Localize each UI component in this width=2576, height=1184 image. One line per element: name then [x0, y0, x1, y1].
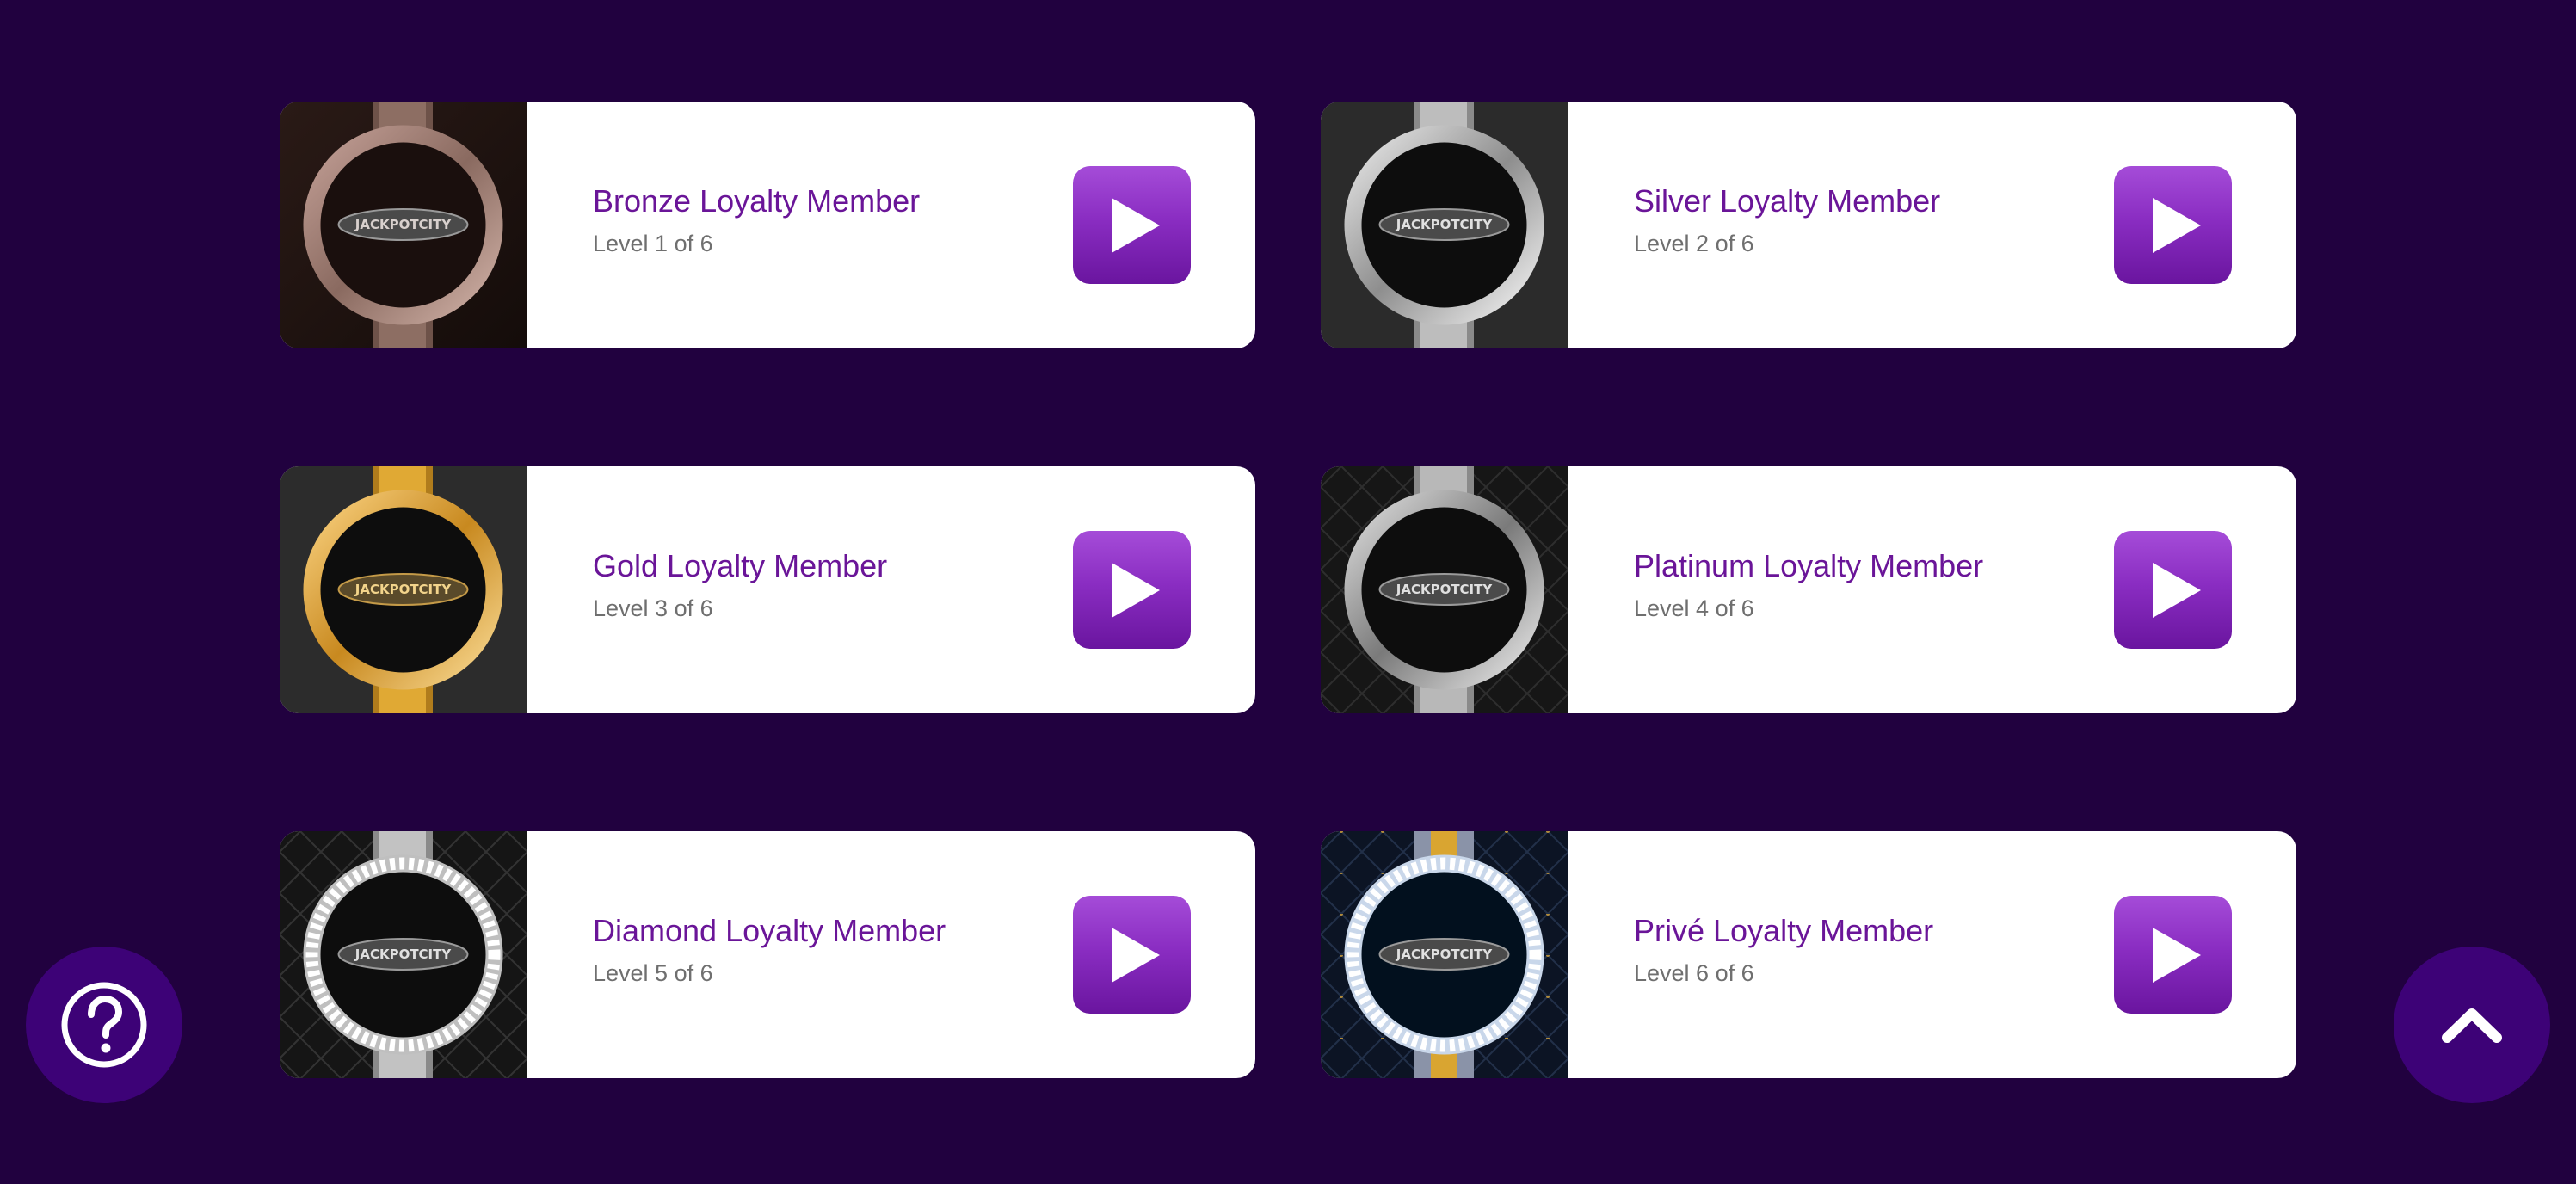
- play-button-bronze[interactable]: [1073, 166, 1191, 284]
- play-icon: [1111, 927, 1160, 983]
- bronze-badge-image: JACKPOTCITY: [280, 102, 527, 348]
- play-button-gold[interactable]: [1073, 531, 1191, 649]
- bronze-medal-icon: JACKPOTCITY: [280, 102, 527, 348]
- svg-text:JACKPOTCITY: JACKPOTCITY: [1396, 217, 1494, 232]
- loyalty-card-prive: JACKPOTCITY Privé Loyalty Member Level 6…: [1321, 831, 2296, 1078]
- question-mark-icon: [61, 982, 147, 1068]
- loyalty-card-bronze: JACKPOTCITY Bronze Loyalty Member Level …: [280, 102, 1255, 348]
- scroll-to-top-button[interactable]: [2394, 947, 2550, 1103]
- loyalty-card-diamond: JACKPOTCITY Diamond Loyalty Member Level…: [280, 831, 1255, 1078]
- silver-medal-icon: JACKPOTCITY: [1321, 102, 1568, 348]
- prive-medal-icon: JACKPOTCITY: [1321, 831, 1568, 1078]
- loyalty-card-gold: JACKPOTCITY Gold Loyalty Member Level 3 …: [280, 466, 1255, 713]
- svg-text:JACKPOTCITY: JACKPOTCITY: [354, 582, 453, 597]
- help-button[interactable]: [26, 947, 182, 1103]
- loyalty-card-silver: JACKPOTCITY Silver Loyalty Member Level …: [1321, 102, 2296, 348]
- loyalty-card-platinum: JACKPOTCITY Platinum Loyalty Member Leve…: [1321, 466, 2296, 713]
- play-icon: [2152, 562, 2201, 618]
- svg-text:JACKPOTCITY: JACKPOTCITY: [354, 947, 453, 962]
- chevron-up-icon: [2442, 1008, 2502, 1043]
- gold-medal-icon: JACKPOTCITY: [280, 466, 527, 713]
- platinum-badge-image: JACKPOTCITY: [1321, 466, 1568, 713]
- loyalty-levels-grid: JACKPOTCITY Bronze Loyalty Member Level …: [280, 102, 2296, 1078]
- play-icon: [2152, 197, 2201, 253]
- svg-text:JACKPOTCITY: JACKPOTCITY: [1396, 947, 1494, 962]
- play-button-diamond[interactable]: [1073, 896, 1191, 1014]
- play-button-prive[interactable]: [2114, 896, 2232, 1014]
- play-icon: [2152, 927, 2201, 983]
- gold-badge-image: JACKPOTCITY: [280, 466, 527, 713]
- platinum-medal-icon: JACKPOTCITY: [1321, 466, 1568, 713]
- svg-text:JACKPOTCITY: JACKPOTCITY: [354, 217, 453, 232]
- silver-badge-image: JACKPOTCITY: [1321, 102, 1568, 348]
- play-icon: [1111, 562, 1160, 618]
- play-button-silver[interactable]: [2114, 166, 2232, 284]
- play-button-platinum[interactable]: [2114, 531, 2232, 649]
- svg-text:JACKPOTCITY: JACKPOTCITY: [1396, 582, 1494, 597]
- prive-badge-image: JACKPOTCITY: [1321, 831, 1568, 1078]
- play-icon: [1111, 197, 1160, 253]
- diamond-medal-icon: JACKPOTCITY: [280, 831, 527, 1078]
- diamond-badge-image: JACKPOTCITY: [280, 831, 527, 1078]
